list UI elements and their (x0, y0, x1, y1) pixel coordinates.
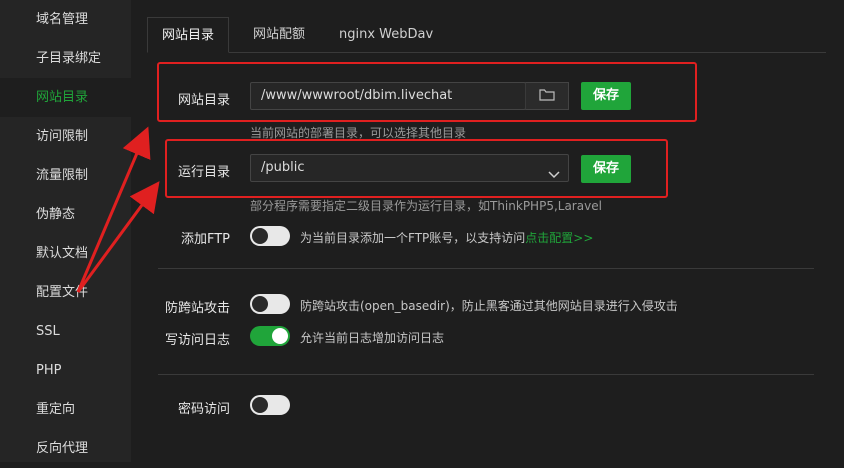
annotation-arrows (76, 126, 160, 293)
